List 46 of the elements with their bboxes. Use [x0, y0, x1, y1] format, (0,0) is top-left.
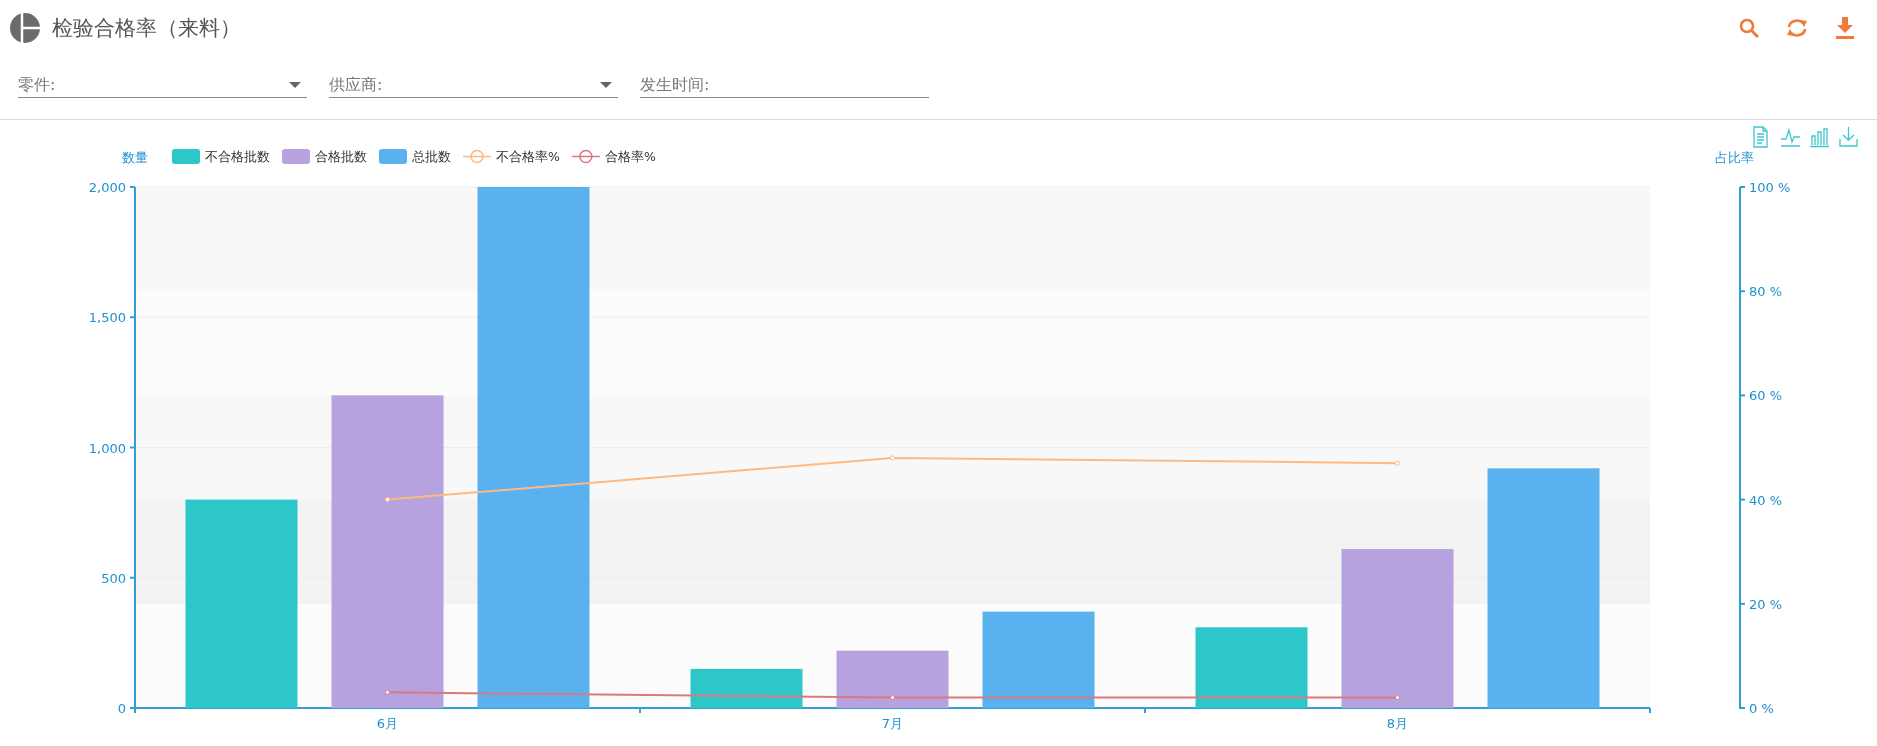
axis-label: 100 % — [1749, 180, 1791, 195]
data-point — [890, 695, 895, 701]
axis-label: 60 % — [1749, 388, 1783, 404]
axis-label: 2,000 — [88, 180, 126, 195]
legend-label[interactable]: 总批数 — [412, 149, 451, 164]
axis-label: 7月 — [881, 716, 904, 731]
axis-label: 40 % — [1749, 492, 1783, 508]
legend-label[interactable]: 合格批数 — [315, 149, 367, 164]
page-title: 检验合格率（来料） — [52, 15, 241, 42]
search-icon[interactable] — [1739, 18, 1759, 38]
axis-label: 80 % — [1749, 284, 1783, 300]
axis-title: 占比率 — [1714, 150, 1754, 165]
axis-label: 8月 — [1386, 716, 1409, 731]
legend-swatch[interactable] — [172, 149, 200, 164]
legend-label[interactable]: 合格率% — [604, 149, 656, 164]
legend-swatch[interactable] — [379, 149, 407, 164]
legend-swatch[interactable] — [282, 149, 310, 164]
save-image-icon[interactable] — [1839, 126, 1858, 147]
axis-label: 0 % — [1749, 701, 1774, 716]
caret-icon[interactable] — [600, 82, 612, 88]
data-point — [1395, 695, 1400, 701]
dropdown-field[interactable]: 供应商: — [329, 72, 618, 98]
download-icon[interactable] — [1835, 17, 1855, 39]
dropdown-field[interactable]: 零件: — [18, 72, 307, 98]
data-point — [1395, 460, 1400, 466]
data-view-icon[interactable] — [1753, 126, 1768, 148]
data-point — [385, 689, 390, 695]
data-point — [890, 455, 895, 461]
axis-label: 20 % — [1749, 596, 1783, 612]
legend-line-icon[interactable] — [462, 149, 492, 164]
bar-chart-icon[interactable] — [1809, 128, 1830, 148]
axis-label: 1,000 — [88, 440, 126, 456]
legend-label[interactable]: 不合格批数 — [205, 149, 270, 164]
caret-icon[interactable] — [289, 82, 301, 88]
axis-label: 1,500 — [88, 310, 126, 326]
date-field[interactable]: 发生时间: — [640, 72, 929, 98]
axis-label: 0 — [117, 701, 126, 716]
legend-label[interactable]: 不合格率% — [496, 149, 560, 164]
axis-title: 数量 — [122, 150, 148, 165]
pie-chart-icon — [10, 13, 40, 43]
line-chart-icon[interactable] — [1780, 127, 1801, 147]
data-point — [385, 497, 390, 503]
refresh-icon[interactable] — [1785, 18, 1809, 38]
axis-label: 6月 — [376, 716, 399, 731]
axis-label: 500 — [101, 570, 126, 586]
legend-line-icon[interactable] — [571, 149, 601, 164]
